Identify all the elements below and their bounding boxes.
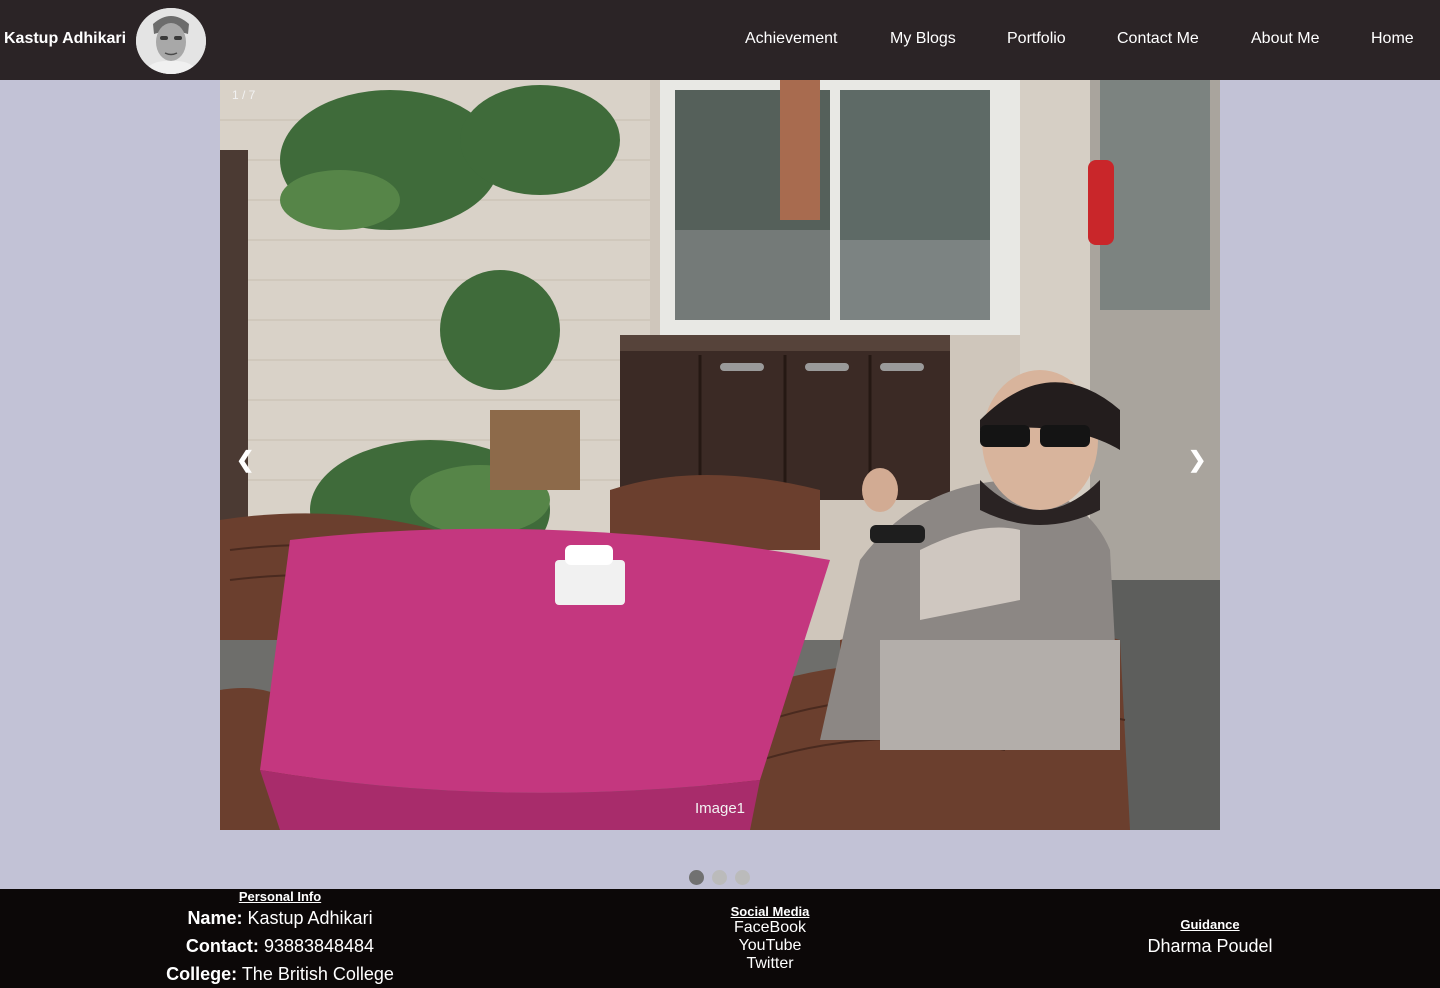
name-value: Kastup Adhikari [247, 908, 373, 928]
slideshow: 1 / 7 ❮ ❯ Image1 [220, 80, 1220, 830]
college-line: College: The British College [140, 960, 420, 988]
name-line: Name: Kastup Adhikari [140, 904, 420, 932]
slide-dot-2[interactable] [712, 870, 727, 885]
brand-name: Kastup Adhikari [4, 30, 127, 47]
social-media-section: Social Media FaceBook YouTube Twitter [670, 889, 870, 988]
slide-image [220, 80, 1220, 830]
guidance-heading: Guidance [1180, 917, 1240, 932]
next-slide-button[interactable]: ❯ [1188, 448, 1206, 472]
twitter-link[interactable]: Twitter [670, 955, 870, 973]
personal-info-heading: Personal Info [238, 889, 322, 904]
slide-dot-3[interactable] [735, 870, 750, 885]
guidance-section: Guidance Dharma Poudel [1110, 889, 1310, 988]
slide-caption: Image1 [694, 800, 746, 817]
social-media-heading: Social Media [730, 904, 810, 919]
college-value: The British College [241, 964, 394, 984]
nav-link-home[interactable]: Home [1371, 30, 1414, 48]
nav-link-portfolio[interactable]: Portfolio [1007, 30, 1066, 48]
footer: Personal Info Name: Kastup Adhikari Cont… [0, 889, 1440, 988]
avatar [136, 8, 206, 74]
nav-link-achievement[interactable]: Achievement [745, 30, 838, 48]
contact-label: Contact: [185, 936, 259, 956]
slide-dot-1[interactable] [689, 870, 704, 885]
nav-link-my-blogs[interactable]: My Blogs [890, 30, 956, 48]
facebook-link[interactable]: FaceBook [670, 919, 870, 937]
contact-line: Contact: 93883848484 [140, 932, 420, 960]
navbar: Kastup Adhikari Achievement My Blogs Por… [0, 0, 1440, 80]
youtube-link[interactable]: YouTube [670, 937, 870, 955]
nav-link-about-me[interactable]: About Me [1251, 30, 1319, 48]
guidance-name: Dharma Poudel [1147, 936, 1273, 956]
nav-link-contact-me[interactable]: Contact Me [1117, 30, 1199, 48]
personal-info-section: Personal Info Name: Kastup Adhikari Cont… [140, 889, 420, 988]
slide-counter: 1 / 7 [232, 88, 256, 102]
college-label: College: [166, 964, 238, 984]
prev-slide-button[interactable]: ❮ [236, 448, 254, 472]
contact-value: 93883848484 [263, 936, 375, 956]
name-label: Name: [187, 908, 243, 928]
